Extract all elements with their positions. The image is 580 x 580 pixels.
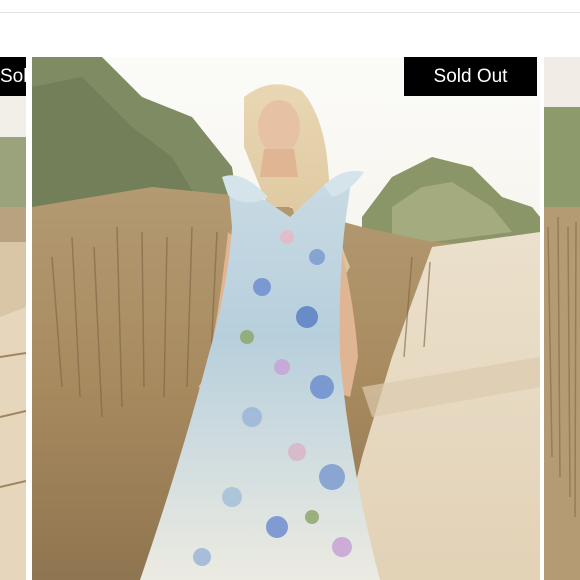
sold-out-badge-previous: Sold Out — [0, 57, 26, 96]
product-photo-floral-maxi-dress — [32, 57, 540, 580]
previous-product-photo — [0, 57, 26, 580]
product-image-carousel[interactable]: Sold Out — [0, 57, 580, 580]
header-divider — [0, 12, 580, 13]
next-product-photo — [544, 57, 580, 580]
carousel-slide-previous[interactable]: Sold Out — [0, 57, 26, 580]
carousel-slide-next[interactable] — [544, 57, 580, 580]
carousel-slide-current[interactable]: Sold Out — [32, 57, 540, 580]
sold-out-badge: Sold Out — [404, 57, 537, 96]
